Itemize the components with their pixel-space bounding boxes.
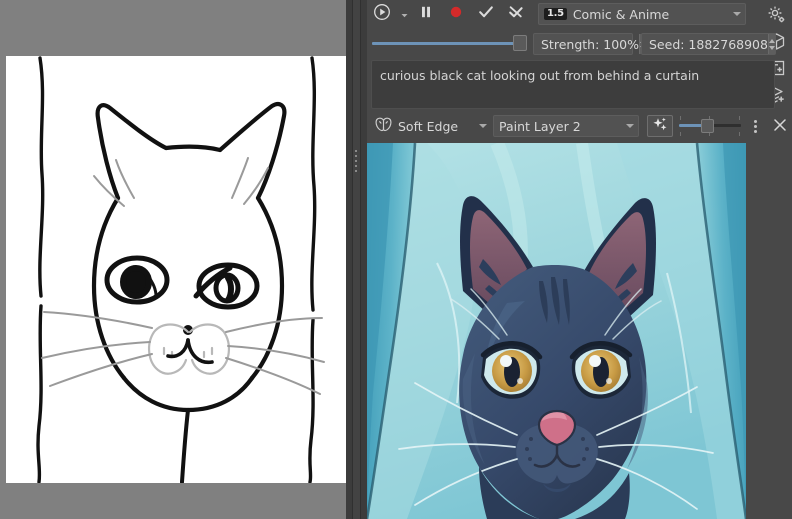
- chevron-down-icon: [400, 5, 409, 24]
- seed-stepper[interactable]: Seed: 1882768908: [641, 33, 776, 55]
- check-strike-icon: [507, 3, 525, 25]
- layer-select-value: Paint Layer 2: [499, 119, 581, 134]
- layer-select[interactable]: Paint Layer 2: [493, 115, 639, 137]
- chevron-down-icon: [733, 12, 741, 16]
- play-options-button[interactable]: [397, 1, 411, 27]
- seed-spin-buttons[interactable]: [768, 34, 775, 54]
- reject-button[interactable]: [501, 1, 531, 27]
- layer-toolbar: Soft Edge Paint Layer 2: [367, 113, 792, 140]
- more-options-button[interactable]: [745, 115, 765, 137]
- prompt-input[interactable]: curious black cat looking out from behin…: [371, 60, 775, 109]
- sketch-paper[interactable]: [6, 56, 346, 483]
- slider-tick: [739, 132, 740, 136]
- play-icon: [373, 3, 391, 25]
- soft-edge-icon: [375, 117, 392, 135]
- strength-stepper[interactable]: Strength: 100%: [533, 33, 633, 55]
- generation-panel: 1.5 Comic & Anime Strength: 100% Seed: 1…: [367, 0, 792, 519]
- panel-splitter[interactable]: [346, 0, 367, 519]
- parameters-toolbar: Strength: 100% Seed: 1882768908: [367, 30, 760, 58]
- sketch-canvas[interactable]: [0, 0, 346, 519]
- sketch-drawing: [6, 56, 346, 483]
- spin-up-icon[interactable]: [769, 39, 775, 43]
- accept-button[interactable]: [471, 1, 501, 27]
- style-select-value: Comic & Anime: [573, 7, 669, 22]
- gear-icon: [767, 5, 786, 28]
- splitter-bar[interactable]: [352, 0, 361, 519]
- sparkle-icon: [652, 116, 668, 136]
- close-button[interactable]: [769, 115, 791, 137]
- slider-track: [372, 42, 522, 45]
- slider-tick: [680, 132, 681, 136]
- strength-label: Strength: 100%: [541, 37, 639, 52]
- record-button[interactable]: [441, 1, 471, 27]
- close-icon: [773, 117, 787, 136]
- generated-cat-illustration: [367, 143, 746, 519]
- record-icon: [448, 4, 464, 24]
- slider-handle[interactable]: [701, 119, 714, 133]
- kebab-dot: [754, 120, 757, 123]
- style-select[interactable]: 1.5 Comic & Anime: [538, 3, 746, 25]
- pause-button[interactable]: [411, 1, 441, 27]
- pause-icon: [418, 4, 434, 24]
- slider-tick: [680, 116, 681, 120]
- enhance-button[interactable]: [647, 115, 673, 137]
- spin-down-icon[interactable]: [769, 46, 775, 50]
- strength-slider[interactable]: [372, 41, 522, 46]
- style-version-badge: 1.5: [544, 8, 567, 20]
- mask-mode-value: Soft Edge: [398, 119, 458, 134]
- mask-mode-select[interactable]: Soft Edge: [371, 115, 491, 137]
- transport-toolbar: 1.5 Comic & Anime: [367, 0, 760, 28]
- settings-button[interactable]: [762, 3, 790, 29]
- chevron-down-icon: [479, 124, 487, 128]
- slider-tick: [739, 116, 740, 120]
- seed-label: Seed: 1882768908: [649, 37, 768, 52]
- play-button[interactable]: [367, 1, 397, 27]
- app-root: 1.5 Comic & Anime Strength: 100% Seed: 1…: [0, 0, 792, 519]
- splitter-grip[interactable]: [355, 150, 358, 176]
- check-icon: [477, 3, 495, 25]
- chevron-down-icon: [626, 124, 634, 128]
- slider-handle[interactable]: [513, 35, 527, 51]
- opacity-slider[interactable]: [679, 119, 741, 133]
- kebab-dot: [754, 130, 757, 133]
- generated-preview[interactable]: [367, 143, 746, 519]
- kebab-dot: [754, 125, 757, 128]
